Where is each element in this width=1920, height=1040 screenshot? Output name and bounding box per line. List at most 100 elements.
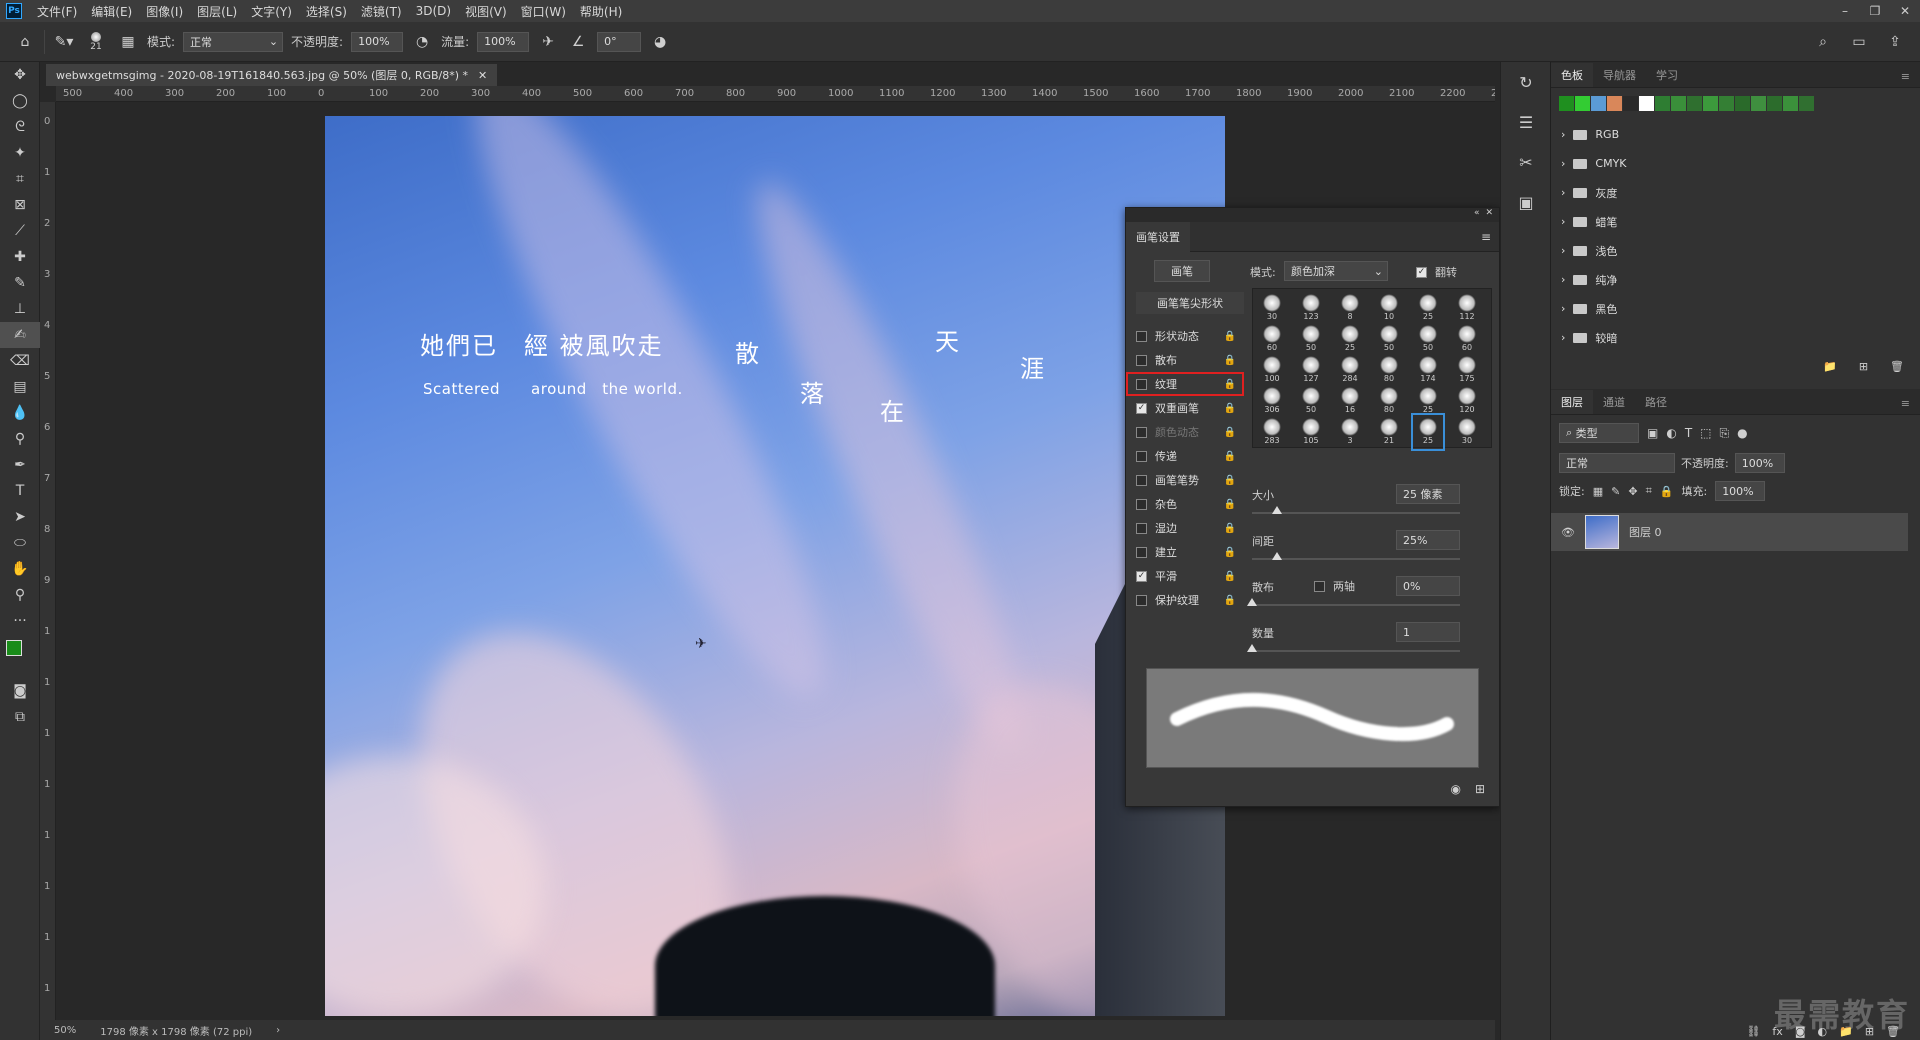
lock-icon[interactable]: 🔒 — [1224, 523, 1236, 534]
properties-icon[interactable]: ☰ — [1501, 102, 1551, 142]
brush-panel-toggle-icon[interactable]: ▦ — [117, 31, 139, 53]
swatch[interactable] — [1767, 96, 1782, 111]
more-tools-icon[interactable]: ··· — [0, 608, 40, 634]
collapse-icon[interactable]: « — [1474, 208, 1480, 222]
brush-tip[interactable]: 112 — [1452, 291, 1482, 325]
brush-tip[interactable]: 60 — [1452, 322, 1482, 356]
filter-adjustment-icon[interactable]: ◐ — [1666, 426, 1676, 440]
chevron-right-icon[interactable]: › — [1561, 215, 1565, 228]
brush-option-checkbox[interactable]: ✓ — [1136, 570, 1147, 582]
frame-tool-icon[interactable]: ⊠ — [0, 192, 40, 218]
swatch-group[interactable]: › 蜡笔 — [1551, 207, 1920, 236]
menu-edit[interactable]: 编辑(E) — [84, 3, 139, 20]
brush-option-checkbox[interactable] — [1136, 426, 1147, 438]
swatch[interactable] — [1687, 96, 1702, 111]
close-icon[interactable]: ✕ — [1890, 4, 1920, 18]
chevron-right-icon[interactable]: › — [1561, 302, 1565, 315]
swatch[interactable] — [1639, 96, 1654, 111]
lock-pixels-icon[interactable]: ✎ — [1611, 485, 1620, 498]
brush-option-checkbox[interactable] — [1136, 450, 1147, 462]
brush-tip[interactable]: 3 — [1335, 415, 1365, 449]
brush-option-11[interactable]: 保护纹理 🔒 — [1136, 588, 1236, 612]
history-icon[interactable]: ↻ — [1501, 62, 1551, 102]
adjustment-icon[interactable]: ◐ — [1818, 1025, 1828, 1038]
swatch[interactable] — [1751, 96, 1766, 111]
chevron-right-icon[interactable]: › — [1561, 244, 1565, 257]
lock-icon[interactable]: 🔒 — [1224, 499, 1236, 510]
move-tool-icon[interactable]: ✥ — [0, 62, 40, 88]
zoom-tool-icon[interactable]: ⚲ — [0, 582, 40, 608]
minimize-icon[interactable]: – — [1830, 4, 1860, 18]
swatch[interactable] — [1735, 96, 1750, 111]
swatch[interactable] — [1623, 96, 1638, 111]
brush-option-checkbox[interactable] — [1136, 522, 1147, 534]
filter-shape-icon[interactable]: ⬚ — [1700, 426, 1711, 440]
swatch[interactable] — [1559, 96, 1574, 111]
folder-icon[interactable]: 📁 — [1839, 1025, 1853, 1038]
panel-menu-icon[interactable]: ≡ — [1891, 393, 1920, 414]
panel-menu-icon[interactable]: ≡ — [1891, 66, 1920, 87]
brush-option-checkbox[interactable] — [1136, 378, 1147, 390]
lock-icon[interactable]: 🔒 — [1224, 475, 1236, 486]
scatter-slider-knob[interactable] — [1247, 598, 1257, 606]
shape-tool-icon[interactable]: ⬭ — [0, 530, 40, 556]
brush-option-checkbox[interactable]: ✓ — [1136, 402, 1147, 414]
brush-option-checkbox[interactable] — [1136, 474, 1147, 486]
status-arrow-icon[interactable]: › — [276, 1025, 280, 1036]
clone-source-icon[interactable]: ▣ — [1501, 182, 1551, 222]
brush-tip[interactable]: 10 — [1374, 291, 1404, 325]
size-slider[interactable] — [1252, 512, 1460, 514]
type-tool-icon[interactable]: T — [0, 478, 40, 504]
blur-tool-icon[interactable]: 💧 — [0, 400, 40, 426]
brush-tip[interactable]: 21 — [1374, 415, 1404, 449]
lock-icon[interactable]: 🔒 — [1224, 379, 1236, 390]
eyedropper-tool-icon[interactable]: ⟋ — [0, 218, 40, 244]
lock-artboard-icon[interactable]: ⌗ — [1646, 484, 1652, 498]
quick-mask-icon[interactable]: ◙ — [0, 678, 40, 704]
tab-swatches[interactable]: 色板 — [1551, 63, 1593, 87]
brush-tip[interactable]: 60 — [1257, 322, 1287, 356]
brush-tip[interactable]: 284 — [1335, 353, 1365, 387]
crop-tool-icon[interactable]: ⌗ — [0, 166, 40, 192]
brush-tip[interactable]: 8 — [1335, 291, 1365, 325]
menu-filter[interactable]: 滤镜(T) — [354, 3, 409, 20]
delete-icon[interactable]: 🗑 — [1890, 360, 1904, 373]
healing-tool-icon[interactable]: ✚ — [0, 244, 40, 270]
restore-icon[interactable]: ❐ — [1860, 4, 1890, 18]
brush-tip[interactable]: 80 — [1374, 353, 1404, 387]
lock-transparency-icon[interactable]: ▦ — [1593, 485, 1603, 498]
swatch[interactable] — [1655, 96, 1670, 111]
brush-option-checkbox[interactable] — [1136, 354, 1147, 366]
mode-select[interactable]: 正常 ⌄ — [183, 31, 284, 52]
stamp-tool-icon[interactable]: ⊥ — [0, 296, 40, 322]
filter-pixel-icon[interactable]: ▣ — [1647, 426, 1658, 440]
new-layer-icon[interactable]: ⊞ — [1865, 1025, 1874, 1038]
spacing-slider[interactable] — [1252, 558, 1460, 560]
brush-tip[interactable]: 25 — [1413, 291, 1443, 325]
home-icon[interactable]: ⌂ — [14, 31, 36, 53]
brush-option-10[interactable]: ✓ 平滑 🔒 — [1136, 564, 1236, 588]
brush-tip[interactable]: 16 — [1335, 384, 1365, 418]
tab-learn[interactable]: 学习 — [1646, 63, 1688, 87]
toggle-preview-icon[interactable]: ◉ — [1450, 782, 1460, 796]
brush-option-5[interactable]: 传递 🔒 — [1136, 444, 1236, 468]
brushes-button[interactable]: 画笔 — [1154, 260, 1210, 282]
history-brush-tool-icon[interactable]: ✍ — [0, 322, 40, 348]
brush-option-9[interactable]: 建立 🔒 — [1136, 540, 1236, 564]
filter-toggle-icon[interactable]: ● — [1737, 426, 1747, 440]
brush-tip[interactable]: 100 — [1257, 353, 1287, 387]
panel-close-icon[interactable]: ✕ — [1485, 208, 1493, 222]
swatch[interactable] — [1719, 96, 1734, 111]
swatch[interactable] — [1591, 96, 1606, 111]
brush-tip-shape[interactable]: 画笔笔尖形状 — [1136, 292, 1244, 314]
lock-all-icon[interactable]: 🔒 — [1660, 485, 1674, 498]
new-brush-icon[interactable]: ⊞ — [1475, 782, 1485, 796]
brush-tip[interactable]: 175 — [1452, 353, 1482, 387]
trash-icon[interactable]: 🗑 — [1886, 1025, 1900, 1038]
brush-option-checkbox[interactable] — [1136, 546, 1147, 558]
eraser-tool-icon[interactable]: ⌫ — [0, 348, 40, 374]
swatch-group[interactable]: › 浅色 — [1551, 236, 1920, 265]
gradient-tool-icon[interactable]: ▤ — [0, 374, 40, 400]
lock-icon[interactable]: 🔒 — [1224, 571, 1236, 582]
foreground-color[interactable] — [6, 640, 22, 656]
